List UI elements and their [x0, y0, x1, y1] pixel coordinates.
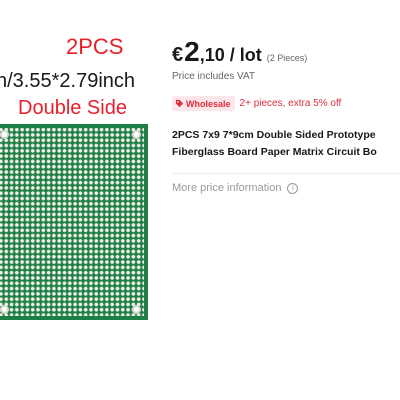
wholesale-row: Wholesale 2+ pieces, extra 5% off — [172, 96, 341, 111]
image-side-label: Double Side — [18, 97, 127, 119]
pcb-mount-hole — [132, 130, 141, 139]
wholesale-badge: Wholesale — [172, 96, 235, 111]
price-row: € 2 ,10 / lot (2 Pieces) — [172, 36, 307, 68]
price-currency: € — [172, 44, 184, 66]
product-title-line: 2PCS 7x9 7*9cm Double Sided Prototype — [172, 129, 376, 141]
product-title: 2PCS 7x9 7*9cm Double Sided Prototype Fi… — [172, 127, 400, 161]
more-price-info-link[interactable]: More price information i — [172, 182, 299, 194]
pcb-mount-hole — [0, 130, 9, 139]
product-title-line: Fiberglass Board Paper Matrix Circuit Bo — [172, 146, 377, 158]
price-major: 2 — [184, 36, 200, 67]
pcb-board-picture — [0, 124, 148, 320]
more-price-info-label: More price information — [172, 182, 282, 194]
wholesale-offer-text: 2+ pieces, extra 5% off — [239, 98, 342, 109]
price-unit: / lot — [229, 45, 262, 65]
image-size-label: n/3.55*2.79inch — [0, 70, 136, 92]
pcb-mount-hole — [0, 305, 9, 314]
price-pieces-note: (2 Pieces) — [266, 53, 308, 63]
price-minor: ,10 — [199, 45, 225, 65]
pcb-mount-hole — [132, 305, 141, 314]
product-image[interactable]: 2PCS n/3.55*2.79inch Double Side — [0, 0, 158, 400]
info-icon[interactable]: i — [287, 182, 299, 194]
product-info-panel: € 2 ,10 / lot (2 Pieces) Price includes … — [172, 0, 400, 400]
vat-note: Price includes VAT — [172, 71, 255, 82]
divider — [172, 173, 400, 174]
tag-icon — [175, 99, 184, 108]
image-quantity-label: 2PCS — [66, 34, 124, 59]
wholesale-badge-label: Wholesale — [186, 98, 231, 109]
